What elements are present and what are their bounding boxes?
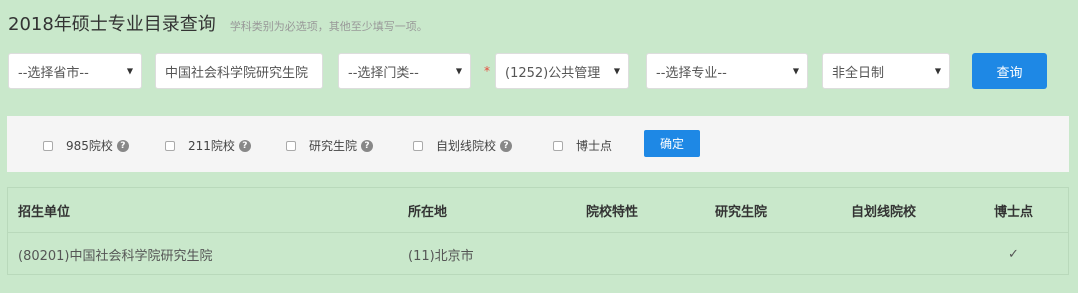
study-mode-select[interactable]: 非全日制 ▼ — [822, 53, 950, 89]
help-icon[interactable]: ? — [500, 139, 513, 152]
province-select-value: --选择省市-- — [18, 65, 89, 81]
table-row[interactable]: (80201)中国社会科学院研究生院 (11)北京市 ✓ — [8, 233, 1068, 276]
page-header: 2018年硕士专业目录查询 学科类别为必选项，其他至少填写一项。 — [8, 10, 428, 36]
caret-down-icon: ▼ — [613, 66, 620, 76]
checkbox[interactable] — [286, 140, 296, 151]
cell-location: (11)北京市 — [408, 249, 474, 264]
caret-down-icon: ▼ — [934, 66, 941, 76]
major-select[interactable]: --选择专业-- ▼ — [646, 53, 808, 89]
cell-institution[interactable]: (80201)中国社会科学院研究生院 — [18, 233, 213, 276]
filter-211[interactable]: 211院校 ? — [165, 137, 251, 154]
page-hint: 学科类别为必选项，其他至少填写一项。 — [229, 20, 428, 33]
checkbox[interactable] — [413, 140, 423, 151]
filter-graduate-school[interactable]: 研究生院 ? — [286, 137, 374, 154]
discipline-select-value: (1252)公共管理 — [505, 65, 601, 81]
study-mode-select-value: 非全日制 — [832, 65, 885, 81]
category-select[interactable]: --选择门类-- ▼ — [338, 53, 471, 89]
filter-985[interactable]: 985院校 ? — [43, 137, 129, 154]
result-table: 招生单位 所在地 院校特性 研究生院 自划线院校 博士点 (80201)中国社会… — [7, 187, 1069, 275]
page-title: 2018年硕士专业目录查询 — [8, 14, 216, 35]
filter-label: 985院校 — [66, 139, 113, 153]
column-header: 招生单位 — [18, 205, 71, 220]
filter-doctoral[interactable]: 博士点 — [553, 137, 612, 154]
province-select[interactable]: --选择省市-- ▼ — [8, 53, 142, 89]
caret-down-icon: ▼ — [792, 66, 799, 76]
checkbox[interactable] — [43, 140, 53, 151]
column-header: 院校特性 — [586, 205, 639, 220]
filter-panel: 985院校 ? 211院校 ? 研究生院 ? 自划线院校 ? 博士点 确定 — [7, 116, 1069, 172]
category-select-value: --选择门类-- — [348, 65, 419, 81]
help-icon[interactable]: ? — [361, 139, 374, 152]
help-icon[interactable]: ? — [238, 139, 251, 152]
checkbox[interactable] — [553, 140, 563, 151]
filter-self-line[interactable]: 自划线院校 ? — [413, 137, 513, 154]
required-mark: * — [484, 64, 490, 78]
help-icon[interactable]: ? — [116, 139, 129, 152]
filter-label: 博士点 — [576, 139, 613, 153]
major-select-value: --选择专业-- — [656, 65, 727, 81]
confirm-button[interactable]: 确定 — [644, 130, 700, 157]
institution-input[interactable]: 中国社会科学院研究生院 — [155, 53, 323, 89]
column-header: 博士点 — [994, 205, 1034, 220]
caret-down-icon: ▼ — [126, 66, 133, 76]
filter-label: 自划线院校 — [436, 139, 497, 153]
filter-label: 211院校 — [188, 139, 235, 153]
check-icon: ✓ — [1008, 247, 1019, 262]
checkbox[interactable] — [165, 140, 175, 151]
column-header: 所在地 — [408, 205, 448, 220]
column-header: 自划线院校 — [851, 205, 917, 220]
institution-input-value: 中国社会科学院研究生院 — [165, 65, 309, 81]
filter-label: 研究生院 — [309, 139, 358, 153]
table-header: 招生单位 所在地 院校特性 研究生院 自划线院校 博士点 — [8, 188, 1068, 233]
caret-down-icon: ▼ — [455, 66, 462, 76]
column-header: 研究生院 — [715, 205, 768, 220]
discipline-select[interactable]: (1252)公共管理 ▼ — [495, 53, 629, 89]
query-button[interactable]: 查询 — [972, 53, 1047, 89]
